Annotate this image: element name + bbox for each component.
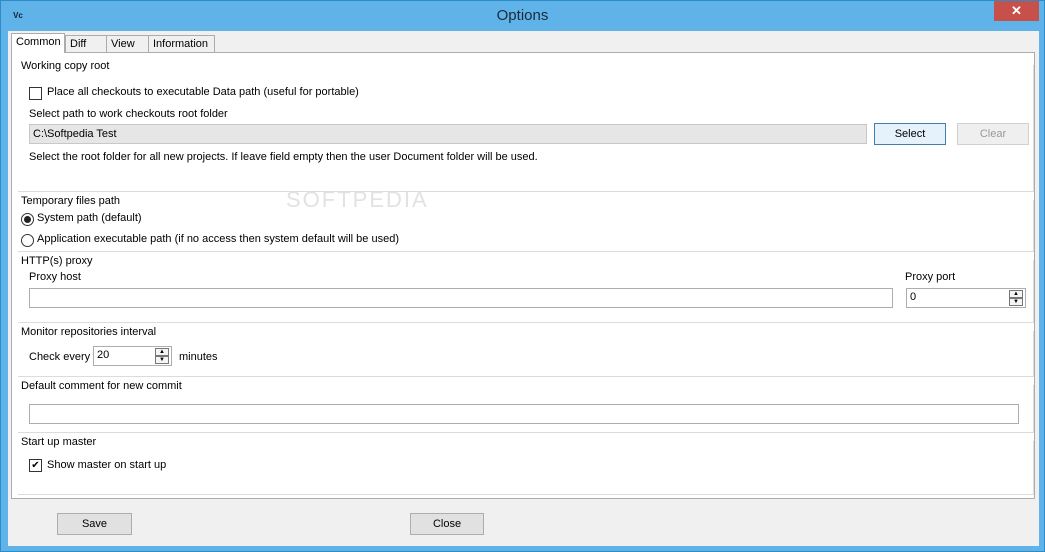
comment-group: Default comment for new commit <box>18 380 1034 433</box>
title-bar[interactable]: Vc Options ✕ <box>1 1 1044 31</box>
options-window: Vc Options ✕ Common Diff View Informatio… <box>0 0 1045 552</box>
temp-path-group: Temporary files path System path (defaul… <box>18 195 1034 252</box>
temp-path-caption: Temporary files path <box>21 195 123 207</box>
default-comment-input[interactable] <box>29 404 1019 424</box>
working-copy-caption: Working copy root <box>21 60 112 72</box>
interval-spin-buttons: ▲ ▼ <box>155 348 169 364</box>
proxy-port-value: 0 <box>910 291 917 303</box>
tab-view[interactable]: View <box>106 35 149 52</box>
spin-up-icon[interactable]: ▲ <box>155 348 169 356</box>
save-button[interactable]: Save <box>57 513 132 535</box>
spin-up-icon[interactable]: ▲ <box>1009 290 1023 298</box>
startup-group: Start up master ✔ Show master on start u… <box>18 436 1034 495</box>
portable-checkout-checkbox[interactable] <box>29 87 42 100</box>
proxy-port-label: Proxy port <box>905 271 956 283</box>
monitor-caption: Monitor repositories interval <box>21 326 159 338</box>
proxy-host-label: Proxy host <box>29 271 81 283</box>
select-path-button[interactable]: Select <box>874 123 946 145</box>
window-title: Options <box>496 7 549 24</box>
proxy-port-spinbox[interactable]: 0 ▲ ▼ <box>906 288 1026 308</box>
app-path-label: Application executable path (if no acces… <box>37 233 399 245</box>
system-path-radio[interactable] <box>21 213 34 226</box>
show-master-checkbox[interactable]: ✔ <box>29 459 42 472</box>
working-copy-group: Working copy root SOFTPEDIA Place all ch… <box>18 60 1034 212</box>
clear-path-button[interactable]: Clear <box>957 123 1029 145</box>
common-tab-panel: Working copy root SOFTPEDIA Place all ch… <box>11 52 1035 499</box>
interval-spinbox[interactable]: 20 ▲ ▼ <box>93 346 172 366</box>
system-path-label: System path (default) <box>37 212 142 224</box>
proxy-group: HTTP(s) proxy Proxy host Proxy port 0 ▲ … <box>18 255 1034 323</box>
radio-selected-dot <box>24 216 31 223</box>
root-path-input[interactable] <box>29 124 867 144</box>
minutes-label: minutes <box>179 351 218 363</box>
dialog-client-area: Common Diff View Information Working cop… <box>8 31 1039 546</box>
comment-caption: Default comment for new commit <box>21 380 184 392</box>
close-window-button[interactable]: ✕ <box>994 1 1039 21</box>
interval-value: 20 <box>97 349 110 361</box>
startup-caption: Start up master <box>21 436 99 448</box>
root-path-label: Select path to work checkouts root folde… <box>29 108 228 120</box>
spin-down-icon[interactable]: ▼ <box>155 356 169 364</box>
tab-common[interactable]: Common <box>11 33 65 53</box>
root-path-hint: Select the root folder for all new proje… <box>29 151 538 163</box>
portable-checkout-label: Place all checkouts to executable Data p… <box>47 86 359 98</box>
proxy-caption: HTTP(s) proxy <box>21 255 95 267</box>
spin-down-icon[interactable]: ▼ <box>1009 298 1023 306</box>
monitor-group: Monitor repositories interval Check ever… <box>18 326 1034 377</box>
app-path-radio[interactable] <box>21 234 34 247</box>
show-master-label: Show master on start up <box>47 459 167 471</box>
proxy-port-spin-buttons: ▲ ▼ <box>1009 290 1023 306</box>
proxy-host-input[interactable] <box>29 288 893 308</box>
close-button[interactable]: Close <box>410 513 484 535</box>
tab-diff[interactable]: Diff <box>65 35 107 52</box>
check-every-label: Check every <box>29 351 91 363</box>
tab-information[interactable]: Information <box>148 35 215 52</box>
